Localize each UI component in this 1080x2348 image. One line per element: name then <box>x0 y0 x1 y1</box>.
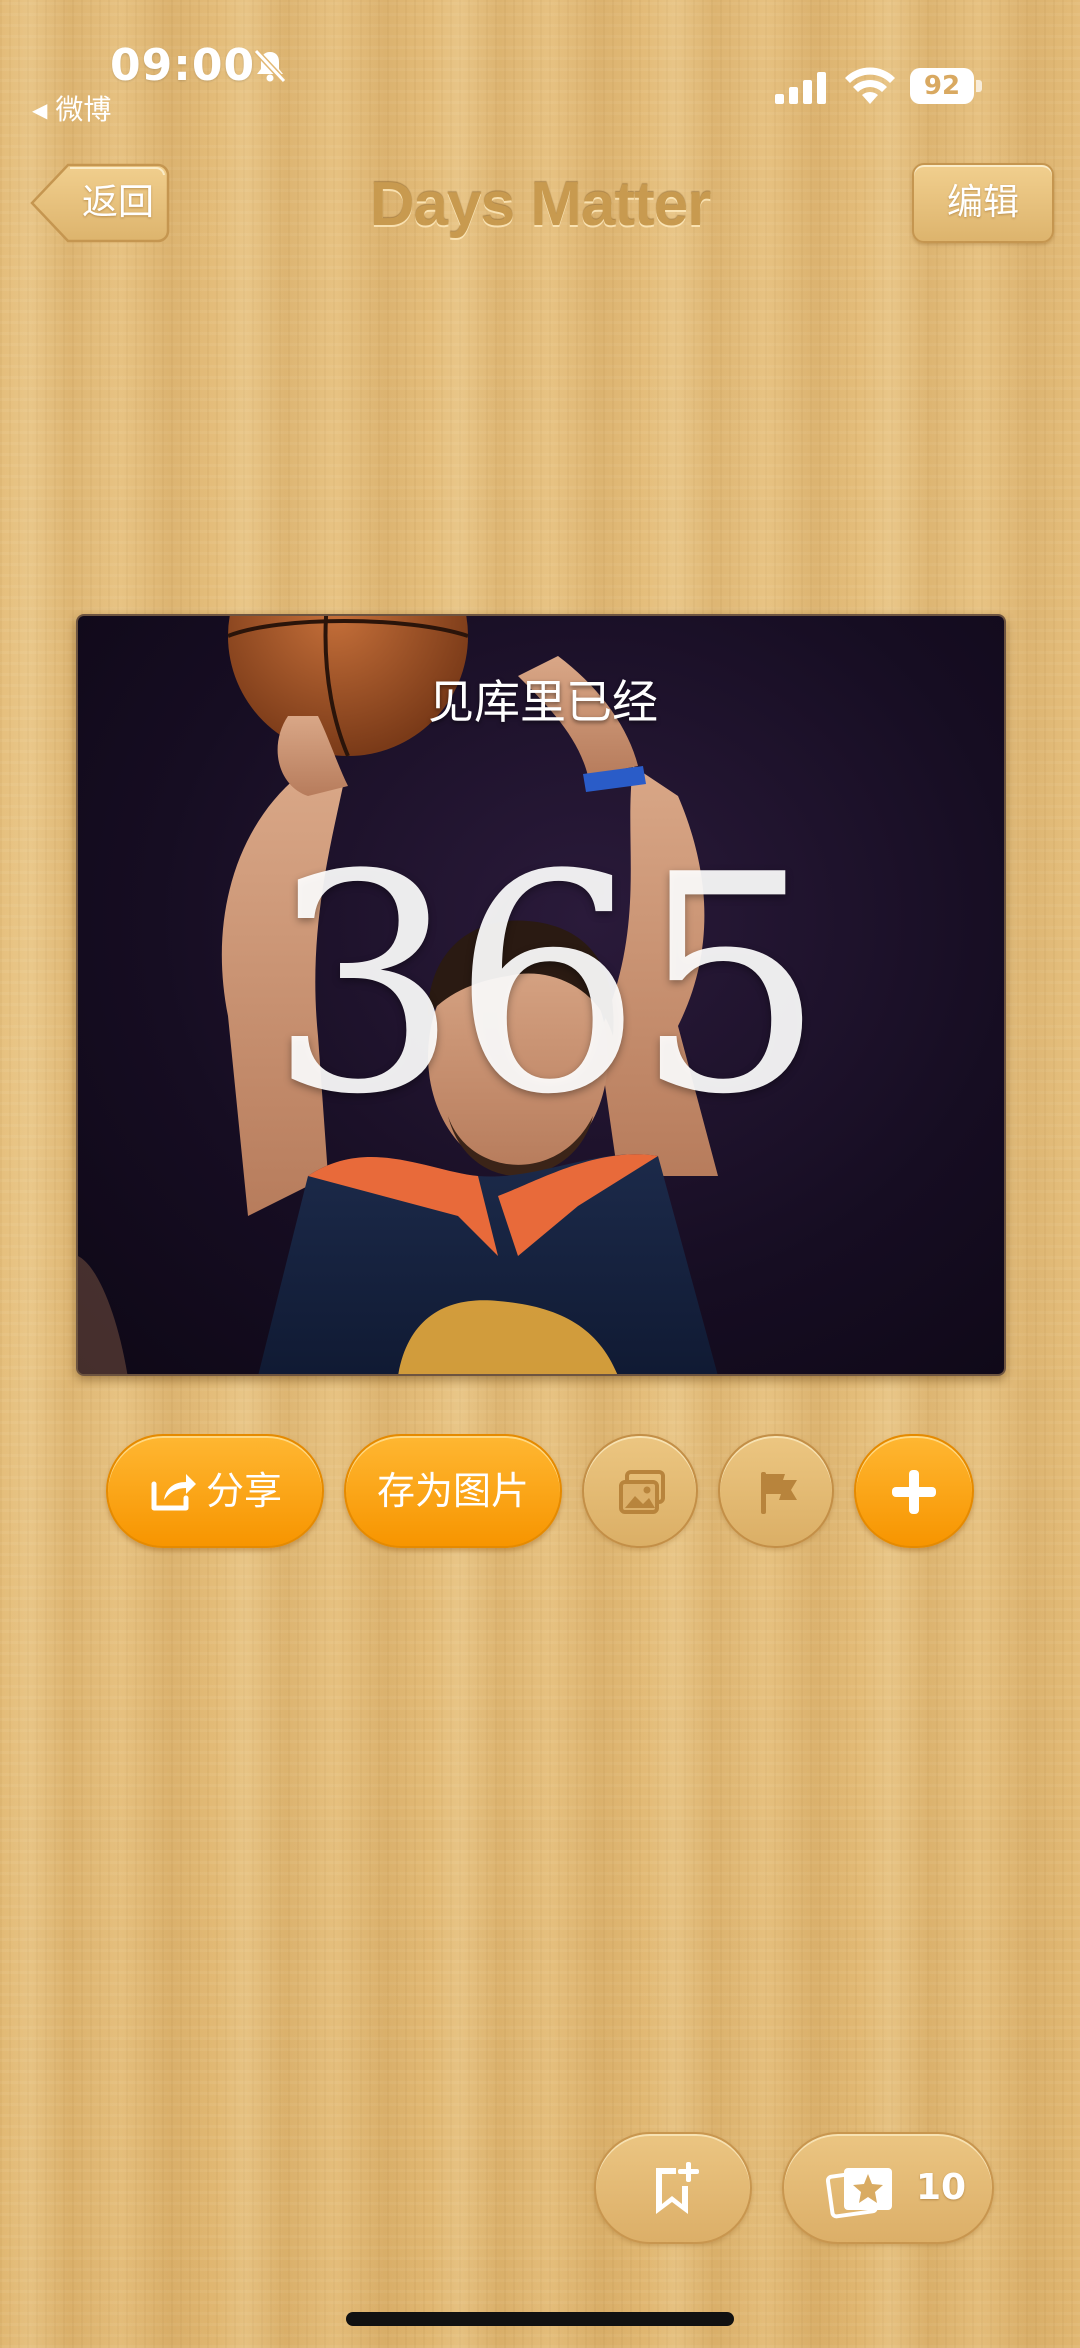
change-photo-button[interactable] <box>582 1434 698 1548</box>
save-image-button[interactable]: 存为图片 <box>344 1434 562 1548</box>
mute-icon <box>253 48 287 84</box>
back-button[interactable]: 返回 <box>28 163 170 243</box>
back-button-label: 返回 <box>81 182 154 223</box>
status-bar: 09:00 ◀ 微博 92 <box>0 0 1080 130</box>
wifi-icon <box>845 67 895 104</box>
event-caption: 见库里已经 <box>428 675 658 729</box>
gallery-button[interactable]: 10 <box>782 2132 994 2244</box>
bookmark-add-icon <box>656 2162 699 2214</box>
flag-icon <box>761 1472 797 1514</box>
photo-icon <box>619 1470 665 1514</box>
battery-level: 92 <box>910 68 974 104</box>
flag-button[interactable] <box>718 1434 834 1548</box>
share-label: 分享 <box>206 1469 283 1513</box>
back-triangle-icon: ◀ <box>32 98 48 122</box>
battery-cap <box>976 80 982 92</box>
battery-icon: 92 <box>910 68 982 104</box>
gallery-star-icon <box>826 2168 892 2219</box>
page-title: Days Matter <box>369 170 711 239</box>
edit-button[interactable]: 编辑 <box>912 163 1054 243</box>
plus-icon <box>892 1470 936 1514</box>
back-to-app-link[interactable]: ◀ 微博 <box>32 88 111 128</box>
home-indicator[interactable] <box>346 2312 734 2326</box>
days-count: 365 <box>268 811 826 1160</box>
status-time: 09:00 <box>110 40 256 91</box>
signal-icon <box>775 72 826 104</box>
share-button[interactable]: 分享 <box>106 1434 324 1548</box>
share-icon <box>151 1474 196 1511</box>
add-bookmark-button[interactable] <box>594 2132 752 2244</box>
gallery-count: 10 <box>916 2167 967 2208</box>
add-event-button[interactable] <box>854 1434 974 1548</box>
back-app-label: 微博 <box>55 93 112 126</box>
event-card[interactable]: 见库里已经 365 <box>76 614 1006 1376</box>
